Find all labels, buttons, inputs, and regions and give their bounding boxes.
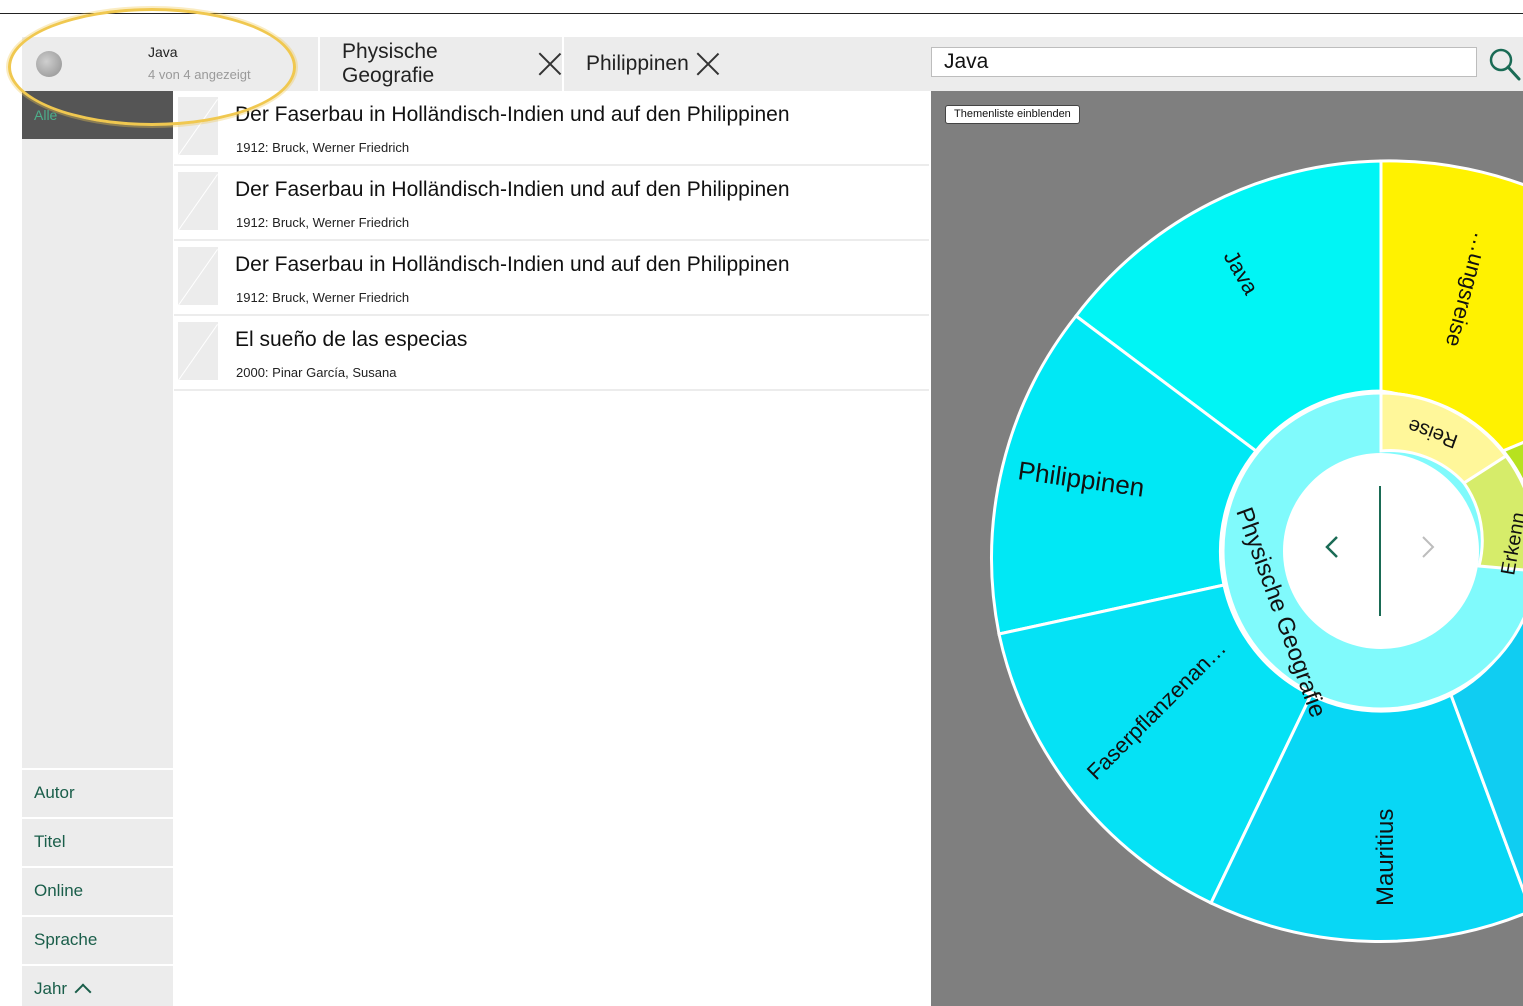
- sidebar-item-label: Online: [34, 880, 84, 900]
- sidebar-item-label: Titel: [34, 831, 66, 851]
- chevron-up-icon: [74, 983, 92, 1000]
- list-item[interactable]: Der Faserbau in Holländisch-Indien und a…: [174, 91, 929, 166]
- list-item[interactable]: Der Faserbau in Holländisch-Indien und a…: [174, 241, 929, 316]
- sidebar: Alle Autor Titel Online Sprache Jahr: [22, 91, 173, 1006]
- results-list: Der Faserbau in Holländisch-Indien und a…: [174, 91, 929, 391]
- search-input[interactable]: [931, 47, 1477, 77]
- sidebar-item-jahr[interactable]: Jahr: [22, 964, 173, 1006]
- query-count: 4 von 4 angezeigt: [148, 67, 251, 82]
- result-meta: 1912: Bruck, Werner Friedrich: [236, 140, 410, 155]
- close-icon[interactable]: [537, 51, 562, 77]
- result-title[interactable]: Der Faserbau in Holländisch-Indien und a…: [235, 103, 790, 127]
- sidebar-item-alle[interactable]: Alle: [22, 91, 173, 139]
- result-meta: 1912: Bruck, Werner Friedrich: [236, 290, 410, 305]
- topic-wheel-panel: Themenliste einblenden Java Philippinen …: [931, 91, 1523, 1006]
- search-icon: [1489, 48, 1521, 81]
- sidebar-item-autor[interactable]: Autor: [22, 768, 173, 815]
- cover-placeholder: [178, 322, 218, 380]
- list-item[interactable]: El sueño de las especias 2000: Pinar Gar…: [174, 316, 929, 391]
- sidebar-item-titel[interactable]: Titel: [22, 817, 173, 864]
- cover-placeholder: [178, 97, 218, 155]
- result-title[interactable]: El sueño de las especias: [235, 328, 467, 352]
- sidebar-item-label: Autor: [34, 782, 75, 802]
- query-summary[interactable]: Java 4 von 4 angezeigt: [22, 37, 318, 91]
- query-title: Java: [148, 44, 178, 60]
- top-rule: [0, 13, 1523, 14]
- list-item[interactable]: Der Faserbau in Holländisch-Indien und a…: [174, 166, 929, 241]
- facet-label: Philippinen: [586, 52, 689, 75]
- sidebar-item-sprache[interactable]: Sprache: [22, 915, 173, 962]
- library-logo-icon: [36, 51, 62, 77]
- topic-wheel: Java Philippinen Faserpflanzenan… Maurit…: [990, 159, 1523, 943]
- sidebar-item-label: Sprache: [34, 929, 98, 949]
- segment-label-mauritius: Mauritius: [1372, 809, 1399, 906]
- facet-tab-philippinen[interactable]: Philippinen: [562, 37, 932, 91]
- result-meta: 2000: Pinar García, Susana: [236, 365, 397, 380]
- search-button[interactable]: [1486, 46, 1522, 82]
- facet-tab-physische-geografie[interactable]: Physische Geografie: [318, 37, 562, 91]
- sidebar-item-online[interactable]: Online: [22, 866, 173, 913]
- result-title[interactable]: Der Faserbau in Holländisch-Indien und a…: [235, 178, 790, 202]
- close-icon[interactable]: [695, 51, 721, 77]
- facet-label: Physische Geografie: [342, 40, 438, 87]
- result-title[interactable]: Der Faserbau in Holländisch-Indien und a…: [235, 253, 790, 277]
- cover-placeholder: [178, 172, 218, 230]
- cover-placeholder: [178, 247, 218, 305]
- sidebar-item-label: Jahr: [34, 978, 68, 998]
- result-meta: 1912: Bruck, Werner Friedrich: [236, 215, 410, 230]
